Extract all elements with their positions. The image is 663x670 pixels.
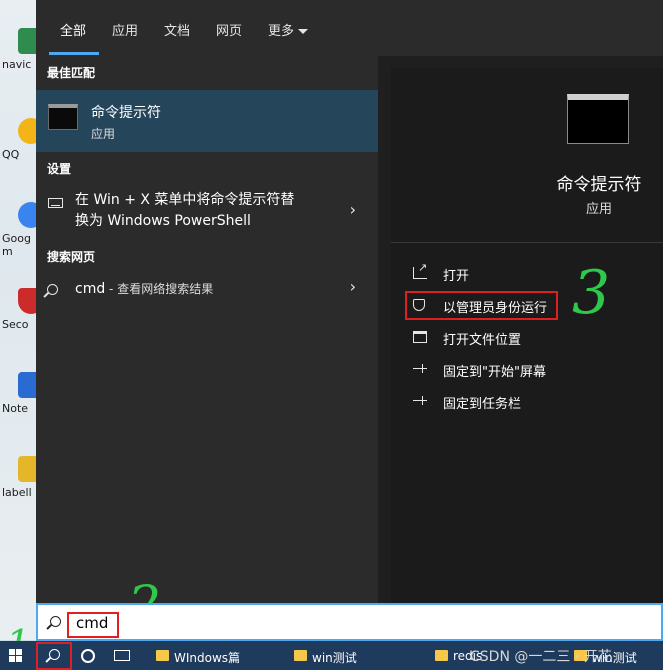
- desktop-icon-google[interactable]: Goog m: [2, 202, 44, 258]
- start-button[interactable]: [0, 641, 34, 670]
- result-type: 应用: [91, 127, 116, 141]
- active-tab-indicator: [49, 52, 99, 55]
- action-open[interactable]: 打开: [411, 261, 571, 287]
- desktop-icon-label: m: [2, 245, 13, 258]
- best-match-result[interactable]: 命令提示符 应用: [36, 90, 378, 152]
- cortana-button[interactable]: [72, 641, 104, 670]
- web-suffix: - 查看网络搜索结果: [105, 282, 214, 296]
- search-icon: [47, 284, 58, 295]
- watermark-text: CSDN @一二三 · 开花: [470, 649, 612, 665]
- setting-result[interactable]: 在 Win + X 菜单中将命令提示符替 换为 Windows PowerShe…: [36, 190, 378, 236]
- best-match-heading: 最佳匹配: [47, 66, 96, 80]
- action-label: 固定到"开始"屏幕: [443, 365, 546, 380]
- highlight-run-as-admin: [405, 291, 558, 320]
- taskbar-app-windows[interactable]: WIndows篇: [156, 641, 276, 670]
- desktop-icon-label: labell: [2, 486, 32, 499]
- cmd-app-icon: [48, 104, 78, 130]
- tab-apps[interactable]: 应用: [112, 20, 138, 39]
- tab-web[interactable]: 网页: [216, 20, 242, 39]
- windows-logo-icon: [9, 649, 23, 663]
- settings-heading: 设置: [47, 162, 72, 176]
- preview-pane: 命令提示符 应用 打开 以管理员身份运行 打开文件位置 固定到"开始"屏幕 固定…: [391, 68, 663, 603]
- search-panel: 全部 应用 文档 网页 更多 最佳匹配 命令提示符 应用 设置 在 Win + …: [36, 0, 663, 603]
- search-icon: [50, 616, 61, 627]
- annotation-step-3: 3: [572, 258, 611, 328]
- desktop-icon-label: Seco: [2, 318, 29, 331]
- web-result-text: cmd - 查看网络搜索结果: [75, 279, 213, 300]
- open-icon: [413, 261, 427, 279]
- preview-name: 命令提示符: [556, 175, 642, 195]
- setting-line1: 在 Win + X 菜单中将命令提示符替: [75, 192, 295, 208]
- tab-more-label: 更多: [268, 24, 295, 39]
- chevron-right-icon: ›: [349, 277, 356, 296]
- web-search-heading: 搜索网页: [47, 250, 96, 264]
- action-label: 固定到任务栏: [443, 397, 522, 412]
- preview-type: 应用: [585, 202, 612, 217]
- pin-icon: [413, 395, 427, 407]
- cortana-icon: [81, 649, 95, 663]
- caret-down-icon: [298, 29, 309, 34]
- action-label: 打开文件位置: [443, 333, 522, 348]
- desktop-icon-secure[interactable]: Seco: [2, 288, 44, 331]
- action-pin-to-taskbar[interactable]: 固定到任务栏: [411, 391, 571, 415]
- pin-icon: [413, 363, 427, 375]
- chevron-right-icon: ›: [349, 200, 356, 219]
- taskbar-app-win-test[interactable]: win测试: [294, 641, 414, 670]
- desktop-icon-notepad[interactable]: Note: [2, 372, 44, 415]
- search-box[interactable]: cmd: [36, 603, 663, 641]
- cmd-large-icon: [567, 94, 629, 144]
- setting-line2: 换为 Windows PowerShell: [75, 213, 251, 229]
- tab-more[interactable]: 更多: [268, 20, 309, 39]
- folder-icon: [156, 650, 169, 661]
- desktop-icon-label: QQ: [2, 148, 20, 161]
- taskbar-app-label: WIndows篇: [174, 651, 241, 665]
- result-name: 命令提示符: [91, 105, 161, 121]
- desktop-icon-label: navic: [2, 58, 32, 71]
- desktop-icon-label-app[interactable]: labell: [2, 456, 44, 499]
- desktop-icon-label: Goog: [2, 232, 31, 245]
- keyboard-icon: [48, 198, 63, 208]
- taskbar-app-label: win测试: [312, 651, 357, 665]
- folder-icon: [413, 331, 427, 343]
- action-pin-to-start[interactable]: 固定到"开始"屏幕: [411, 359, 571, 383]
- highlight-search-text: [67, 612, 119, 638]
- desktop-icon-qq[interactable]: QQ: [2, 118, 44, 161]
- action-open-file-location[interactable]: 打开文件位置: [411, 327, 571, 351]
- filter-tabs: 全部 应用 文档 网页 更多: [36, 0, 663, 56]
- folder-icon: [435, 650, 448, 661]
- task-view-button[interactable]: [106, 641, 138, 670]
- highlight-taskbar-search: [36, 642, 72, 670]
- tab-all[interactable]: 全部: [60, 20, 86, 39]
- preview-header: 命令提示符 应用: [391, 68, 663, 243]
- results-list: 最佳匹配 命令提示符 应用 设置 在 Win + X 菜单中将命令提示符替 换为…: [36, 56, 378, 603]
- tab-documents[interactable]: 文档: [164, 20, 190, 39]
- folder-icon: [294, 650, 307, 661]
- web-query: cmd: [75, 281, 106, 297]
- desktop-icon-label: Note: [2, 402, 29, 415]
- task-view-icon: [114, 650, 130, 661]
- web-search-result[interactable]: cmd - 查看网络搜索结果 ›: [36, 277, 378, 303]
- action-label: 打开: [443, 269, 470, 284]
- desktop-icon-navicat[interactable]: navic: [2, 28, 44, 71]
